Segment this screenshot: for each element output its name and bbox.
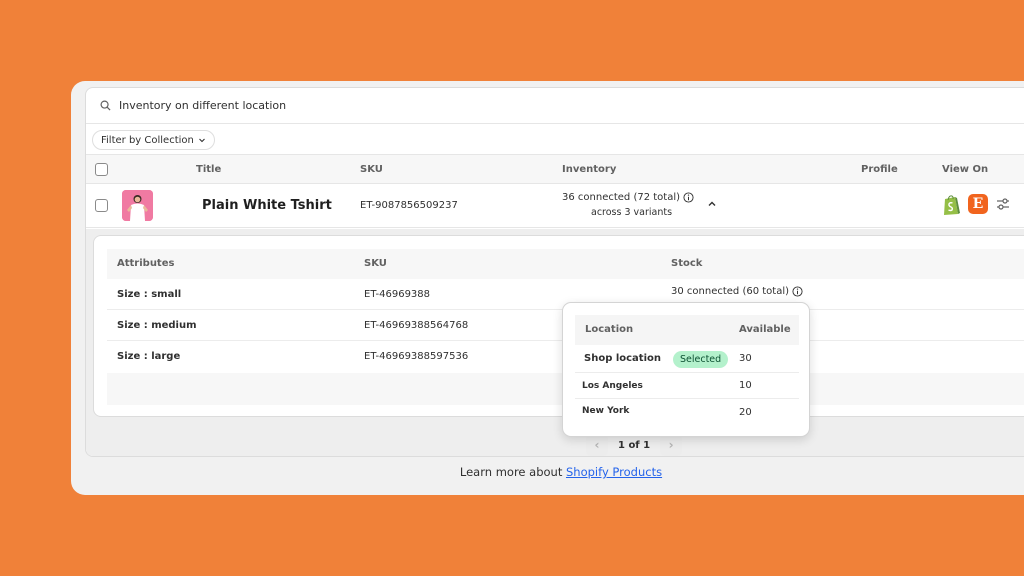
search-bar[interactable]: Inventory on different location [86, 88, 1024, 124]
row-checkbox[interactable] [95, 199, 108, 212]
app-panel: Inventory on different location Filter b… [71, 81, 1024, 495]
inventory-summary: 36 connected (72 total) [562, 192, 694, 203]
variant-sku: ET-46969388 [364, 289, 431, 300]
list-item[interactable]: New York 20 [575, 399, 799, 425]
next-page-button[interactable]: › [660, 434, 683, 456]
variant-stock: 30 connected (60 total) [671, 286, 803, 297]
chevron-down-icon [198, 138, 205, 143]
product-title[interactable]: Plain White Tshirt [202, 198, 332, 213]
header-profile: Profile [861, 164, 898, 175]
search-icon [100, 100, 111, 111]
product-table-card: Inventory on different location Filter b… [85, 87, 1024, 457]
tshirt-model-thumbnail [122, 190, 153, 221]
shopify-products-link[interactable]: Shopify Products [566, 465, 662, 479]
search-input[interactable]: Inventory on different location [119, 99, 286, 112]
popover-header: Location Available [575, 315, 799, 345]
selected-badge: Selected [673, 351, 729, 368]
page-indicator: 1 of 1 [618, 439, 651, 451]
header-title: Title [196, 164, 222, 175]
etsy-icon[interactable]: E [968, 194, 988, 214]
location-name: Shop location [584, 353, 662, 364]
variants-table: Attributes SKU Stock Size : small ET-469… [93, 235, 1024, 417]
variant-sku: ET-46969388597536 [364, 351, 469, 362]
shopify-icon[interactable] [941, 194, 961, 216]
variants-expanded-area: Attributes SKU Stock Size : small ET-469… [86, 229, 1024, 456]
info-icon[interactable] [792, 286, 803, 297]
location-available: 10 [739, 380, 752, 391]
filter-by-collection-button[interactable]: Filter by Collection [92, 130, 215, 150]
select-all-checkbox[interactable] [95, 163, 108, 176]
header-variant-sku: SKU [364, 258, 387, 269]
header-available: Available [739, 324, 791, 335]
header-inventory: Inventory [562, 164, 617, 175]
table-row[interactable]: Plain White Tshirt ET-9087856509237 36 c… [86, 184, 1024, 228]
header-stock: Stock [671, 258, 703, 269]
variant-attribute: Size : medium [117, 320, 197, 331]
header-attributes: Attributes [117, 258, 175, 269]
list-item[interactable]: Shop location Selected 30 [575, 345, 799, 373]
location-available: 20 [739, 407, 752, 418]
list-item[interactable]: Los Angeles 10 [575, 373, 799, 399]
inventory-variants: across 3 variants [591, 207, 673, 218]
header-location: Location [585, 324, 634, 335]
previous-page-button[interactable]: ‹ [586, 434, 608, 456]
info-icon[interactable] [683, 192, 694, 203]
settings-sliders-icon[interactable] [996, 197, 1010, 211]
header-view-on: View On [942, 164, 989, 175]
header-sku: SKU [360, 164, 383, 175]
table-header: Title SKU Inventory Profile View On [86, 154, 1024, 184]
variants-table-header: Attributes SKU Stock [107, 249, 1024, 279]
location-available: 30 [739, 353, 752, 364]
location-name: New York [582, 406, 630, 416]
variant-attribute: Size : small [117, 289, 182, 300]
variant-sku: ET-46969388564768 [364, 320, 469, 331]
variant-stock-text: 30 connected (60 total) [671, 286, 790, 297]
filter-label: Filter by Collection [101, 134, 194, 146]
chevron-up-icon[interactable] [706, 198, 718, 210]
product-thumbnail [122, 190, 153, 221]
location-stock-popover: Location Available Shop location Selecte… [562, 302, 810, 437]
location-name: Los Angeles [582, 381, 643, 391]
inventory-connected: 36 connected (72 total) [562, 192, 681, 203]
learn-more-prefix: Learn more about [459, 465, 563, 479]
learn-more-text: Learn more about Shopify Products [71, 465, 1024, 479]
variant-attribute: Size : large [117, 351, 181, 362]
product-sku: ET-9087856509237 [360, 200, 458, 211]
